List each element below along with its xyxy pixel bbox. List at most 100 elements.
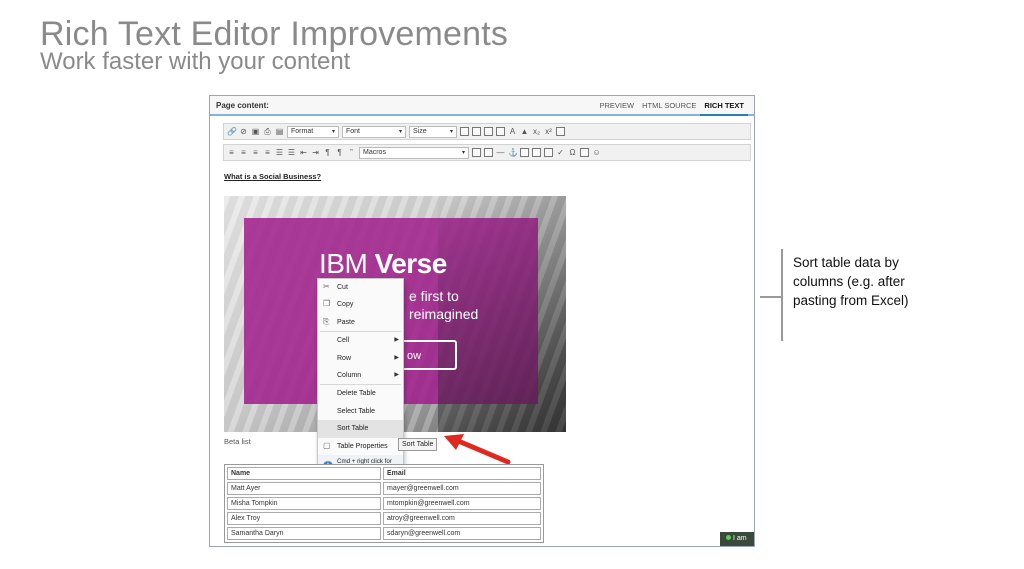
link-icon[interactable]: 🔗	[227, 126, 237, 138]
menu-item-label: Column	[337, 371, 362, 379]
table-header-row: Name Email	[227, 467, 541, 480]
column-header-email[interactable]: Email	[383, 467, 541, 480]
menu-item-label: Table Properties	[337, 442, 388, 450]
column-header-name[interactable]: Name	[227, 467, 381, 480]
toolbar-row-2: ≡ ≡ ≡ ≡ ☰ ☰ ⇤ ⇥ ¶ ¶ ” Macros ▾ — ⚓ ✓ Ω ☺	[223, 144, 751, 161]
text-color-icon[interactable]: A	[508, 126, 517, 138]
insert-image-icon[interactable]	[484, 148, 493, 157]
menu-item-row[interactable]: Row ▶	[318, 350, 403, 367]
menu-item-cell[interactable]: Cell ▶	[318, 332, 403, 349]
menu-item-label: Row	[337, 354, 352, 362]
menu-item-select-table[interactable]: Select Table	[318, 403, 403, 420]
anchor-icon[interactable]: ⚓	[508, 147, 518, 159]
size-select-label: Size	[413, 128, 427, 135]
align-left-icon[interactable]: ≡	[227, 147, 236, 159]
context-menu: ✂ Cut ❐ Copy ⎘ Paste Cell ▶ Row ▶ Column ▶ Del…	[317, 278, 404, 479]
image-icon[interactable]: ▣	[251, 126, 260, 138]
rtl-icon[interactable]: ¶	[335, 147, 344, 159]
menu-item-paste[interactable]: ⎘ Paste	[318, 314, 403, 331]
font-select[interactable]: Font ▾	[342, 125, 406, 138]
chat-status-badge[interactable]: I am	[720, 532, 754, 546]
submenu-arrow-icon: ▶	[394, 371, 399, 378]
beta-list-label: Beta list	[224, 437, 251, 446]
table-icon[interactable]	[472, 148, 481, 157]
ltr-icon[interactable]: ¶	[323, 147, 332, 159]
table-cell-email[interactable]: atroy@greenwell.com	[383, 512, 541, 525]
macros-select[interactable]: Macros ▾	[359, 146, 469, 159]
sort-table-tooltip: Sort Table	[398, 438, 438, 451]
table-cell-name[interactable]: Misha Tompkin	[227, 497, 381, 510]
unlink-icon[interactable]: ⊘	[239, 126, 248, 138]
find-icon[interactable]: ▤	[275, 126, 284, 138]
subscript-icon[interactable]: x₂	[532, 126, 541, 138]
menu-item-label: Cut	[337, 284, 348, 291]
menu-item-sort-table[interactable]: Sort Table	[318, 420, 403, 438]
print-icon[interactable]: ⎙	[263, 126, 272, 138]
menu-item-table-properties[interactable]: ▢ Table Properties	[318, 438, 403, 455]
bold-icon[interactable]	[460, 127, 469, 136]
superscript-icon[interactable]: x²	[544, 126, 553, 138]
cut-icon: ✂	[323, 282, 330, 291]
table-cell-text: mtompkin@greenwell.com	[387, 500, 470, 507]
horizontal-rule-icon[interactable]: —	[496, 147, 505, 159]
bulleted-list-icon[interactable]: ☰	[287, 147, 296, 159]
align-right-icon[interactable]: ≡	[251, 147, 260, 159]
indent-icon[interactable]: ⇥	[311, 147, 320, 159]
hero-tagline-line-1: e first to	[409, 288, 459, 304]
menu-item-label: Cell	[337, 337, 350, 345]
callout-text: Sort table data by columns (e.g. after p…	[793, 255, 909, 308]
rich-text-editor: Page content: PREVIEW HTML SOURCE RICH T…	[209, 95, 755, 547]
document-heading: What is a Social Business?	[224, 172, 322, 181]
outdent-icon[interactable]: ⇤	[299, 147, 308, 159]
menu-item-label: Sort Table	[337, 425, 369, 433]
page-content-label: Page content:	[216, 101, 269, 110]
menu-item-label: Copy	[337, 301, 354, 309]
spellcheck-icon[interactable]: ✓	[556, 147, 565, 159]
align-center-icon[interactable]: ≡	[239, 147, 248, 159]
format-select-label: Format	[291, 128, 314, 135]
table-cell-name[interactable]: Matt Ayer	[227, 482, 381, 495]
mode-tabs: PREVIEW HTML SOURCE RICH TEXT	[596, 96, 748, 116]
underline-icon[interactable]	[484, 127, 493, 136]
emoticon-icon[interactable]: ☺	[592, 147, 601, 159]
table-cell-email[interactable]: mayer@greenwell.com	[383, 482, 541, 495]
red-arrow-icon	[444, 434, 511, 465]
toolbar-row-1: 🔗 ⊘ ▣ ⎙ ▤ Format ▾ Font ▾ Size ▾ A ▲ x₂ x²	[223, 123, 751, 140]
highlight-color-icon[interactable]: ▲	[520, 126, 529, 138]
menu-item-copy[interactable]: ❐ Copy	[318, 296, 403, 313]
embed-icon[interactable]	[580, 148, 589, 157]
chevron-down-icon: ▾	[461, 150, 465, 156]
table-row: Matt Ayer mayer@greenwell.com	[227, 482, 541, 495]
italic-icon[interactable]	[472, 127, 481, 136]
paste-text-icon[interactable]	[520, 148, 529, 157]
table-cell-name[interactable]: Samantha Daryn	[227, 527, 381, 540]
table-cell-name[interactable]: Alex Troy	[227, 512, 381, 525]
menu-item-label: Select Table	[337, 407, 376, 415]
tab-rich-text[interactable]: RICH TEXT	[700, 96, 748, 116]
special-char-icon[interactable]: Ω	[568, 147, 577, 159]
hero-brand-light: IBM	[319, 248, 375, 279]
table-cell-email[interactable]: mtompkin@greenwell.com	[383, 497, 541, 510]
submenu-arrow-icon: ▶	[394, 354, 399, 361]
slide-subtitle: Work faster with your content	[40, 48, 351, 75]
strikethrough-icon[interactable]	[496, 127, 505, 136]
justify-icon[interactable]: ≡	[263, 147, 272, 159]
paste-word-icon[interactable]	[532, 148, 541, 157]
tab-preview[interactable]: PREVIEW	[596, 96, 639, 116]
table-row: Samantha Daryn sdaryn@greenwell.com	[227, 527, 541, 540]
menu-item-label: Delete Table	[337, 390, 376, 398]
menu-item-delete-table[interactable]: Delete Table	[318, 385, 403, 402]
format-select[interactable]: Format ▾	[287, 125, 339, 138]
table-cell-email[interactable]: sdaryn@greenwell.com	[383, 527, 541, 540]
lock-icon[interactable]	[544, 148, 553, 157]
font-select-label: Font	[346, 128, 361, 135]
hero-brand-bold: Verse	[374, 248, 448, 279]
menu-item-cut[interactable]: ✂ Cut	[318, 279, 403, 296]
menu-item-column[interactable]: Column ▶	[318, 367, 403, 384]
blockquote-icon[interactable]: ”	[347, 147, 356, 159]
numbered-list-icon[interactable]: ☰	[275, 147, 284, 159]
tab-html-source[interactable]: HTML SOURCE	[638, 96, 700, 116]
clear-format-icon[interactable]	[556, 127, 565, 136]
size-select[interactable]: Size ▾	[409, 125, 457, 138]
copy-icon: ❐	[323, 299, 331, 309]
